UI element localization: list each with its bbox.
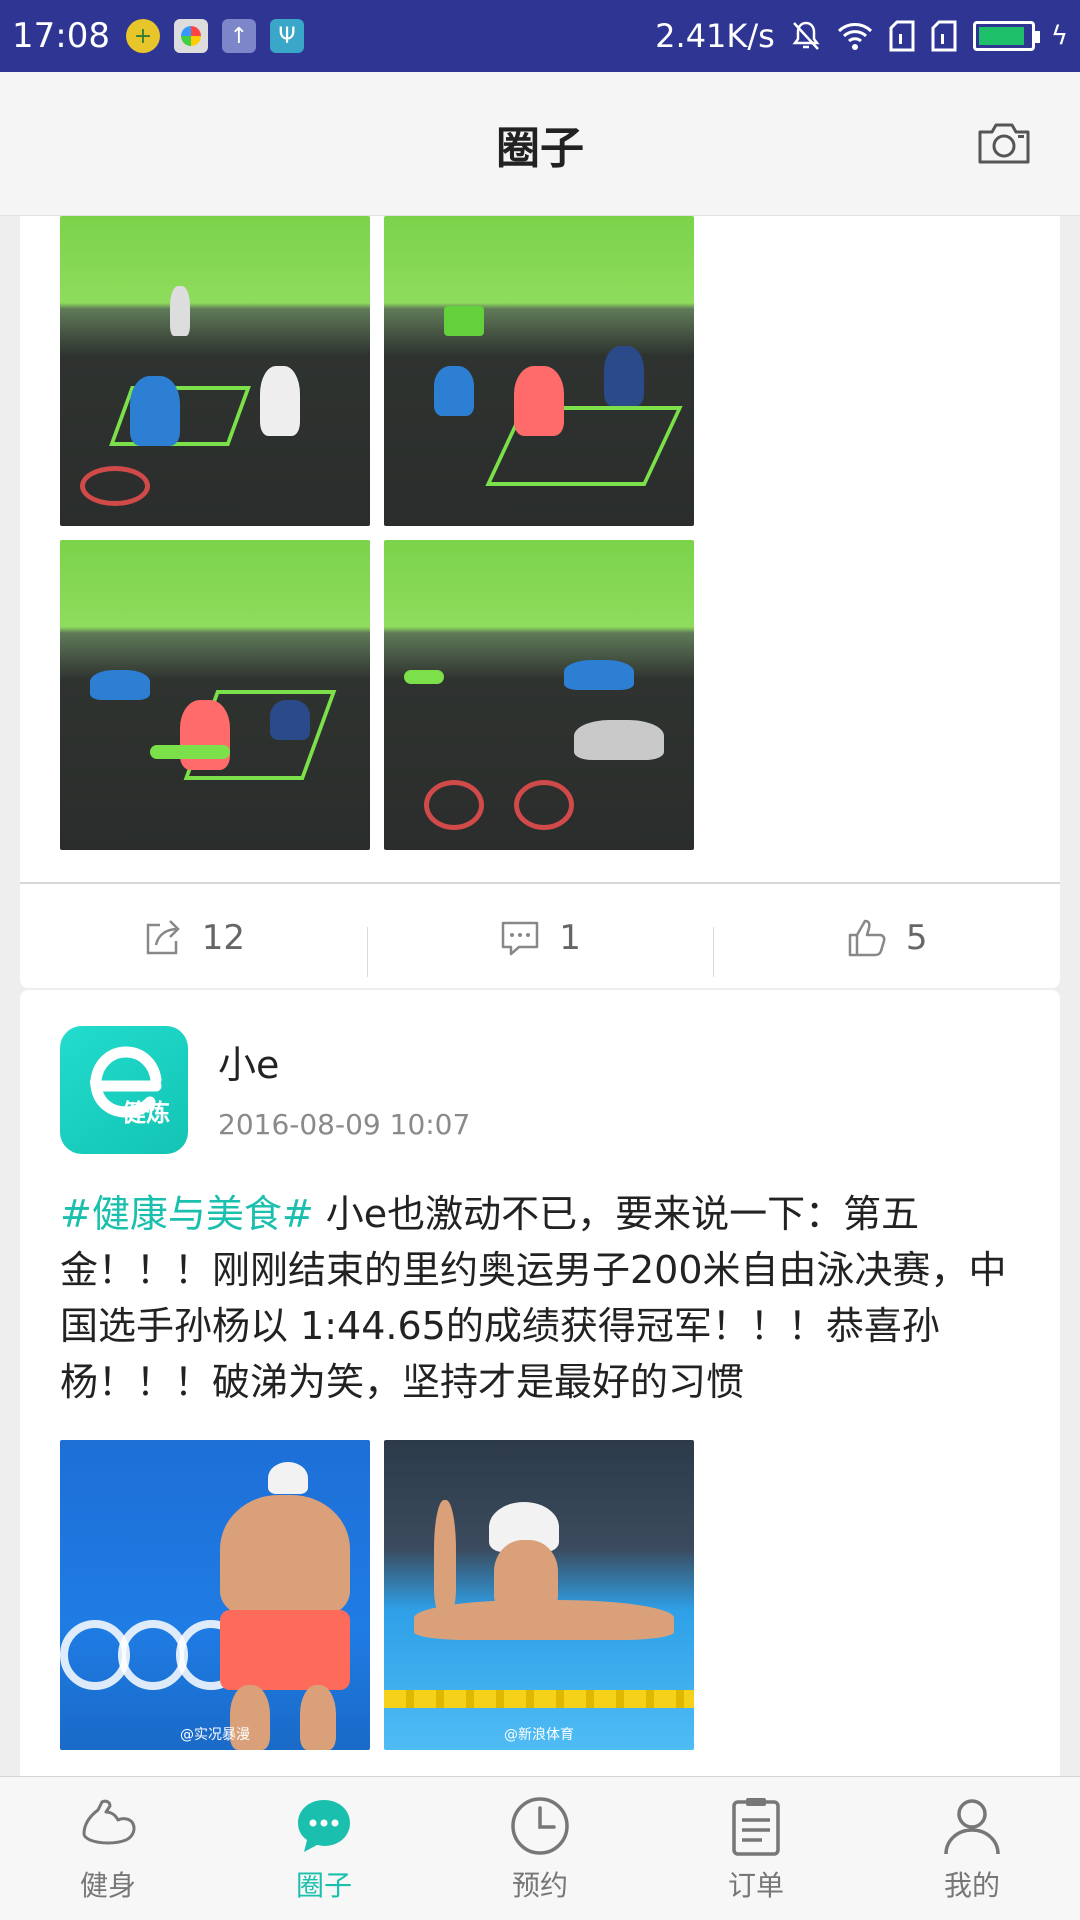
mute-icon	[792, 21, 820, 50]
post-username[interactable]: 小e	[218, 1034, 279, 1089]
camera-icon[interactable]	[976, 120, 1032, 166]
network-speed: 2.41K/s	[655, 17, 775, 55]
gym-photo-2[interactable]	[384, 216, 694, 526]
chat-bubble-icon	[298, 1799, 350, 1852]
page-title: 圈子	[496, 122, 584, 174]
gym-photo-3[interactable]	[60, 540, 370, 850]
status-bar: 17:08 + ↑ Ψ 2.41K/s ϟ	[0, 0, 1080, 72]
sim-icon	[889, 20, 915, 52]
nav-item-circle[interactable]: 圈子	[216, 1777, 432, 1920]
like-count: 5	[905, 918, 928, 958]
share-icon	[146, 920, 180, 955]
post-image-grid	[60, 216, 694, 850]
comment-icon	[501, 921, 539, 956]
share-count: 12	[201, 918, 245, 958]
charging-icon: ϟ	[1050, 21, 1068, 51]
post-timestamp: 2016-08-09 10:07	[218, 1108, 471, 1141]
status-right: 2.41K/s ϟ	[655, 17, 1068, 55]
swim-photo-2[interactable]: @新浪体育	[384, 1440, 694, 1750]
nav-label: 预约	[511, 1868, 568, 1902]
bottom-nav: 健身 圈子 预约 订单 我的	[0, 1776, 1080, 1920]
app-icon	[173, 19, 208, 53]
status-time: 17:08	[12, 16, 110, 56]
plus-circle-icon: +	[125, 19, 160, 53]
muscle-icon	[82, 1799, 136, 1844]
usb-icon: Ψ	[269, 19, 304, 53]
post-card: 健炼 小e 2016-08-09 10:07 #健康与美食# 小e也激动不已，要…	[20, 990, 1060, 1776]
post-image-grid: @实况暴漫 @新浪体育	[60, 1440, 694, 1750]
post-actions: 12 1 5	[20, 888, 1060, 988]
title-bar: 圈子	[0, 72, 1080, 216]
nav-label: 订单	[727, 1868, 784, 1902]
avatar[interactable]: 健炼	[60, 1026, 188, 1154]
comment-count: 1	[559, 918, 581, 958]
nav-item-profile[interactable]: 我的	[864, 1777, 1080, 1920]
status-notification-icons: + ↑ Ψ	[125, 19, 304, 53]
sim-icon	[931, 20, 957, 52]
wifi-icon	[837, 23, 872, 50]
photo-watermark: @实况暴漫	[180, 1727, 250, 1743]
clock-icon	[511, 1796, 569, 1855]
avatar-logo-text: 健炼	[122, 1099, 170, 1127]
nav-item-booking[interactable]: 预约	[432, 1777, 648, 1920]
nav-label: 我的	[943, 1868, 1000, 1902]
battery-icon	[972, 21, 1040, 51]
upload-icon: ↑	[221, 19, 256, 53]
post-text: #健康与美食# 小e也激动不已，要来说一下：第五金！！！刚刚结束的里约奥运男子2…	[60, 1186, 1020, 1410]
feed-list[interactable]: 12 1 5 健炼 小e 2016-08-09 10:07 #健康与美食# 小e…	[0, 216, 1080, 1776]
nav-item-fitness[interactable]: 健身	[0, 1777, 216, 1920]
like-button[interactable]: 5	[713, 917, 1060, 977]
divider	[20, 882, 1060, 884]
order-list-icon	[732, 1797, 780, 1856]
gym-photo-4[interactable]	[384, 540, 694, 850]
photo-watermark: @新浪体育	[504, 1727, 574, 1743]
nav-label: 健身	[79, 1868, 136, 1902]
swim-photo-1[interactable]: @实况暴漫	[60, 1440, 370, 1750]
gym-photo-1[interactable]	[60, 216, 370, 526]
nav-item-orders[interactable]: 订单	[648, 1777, 864, 1920]
post-hashtag[interactable]: #健康与美食#	[60, 1192, 314, 1236]
share-button[interactable]: 12	[20, 917, 367, 959]
post-card: 12 1 5	[20, 216, 1060, 988]
nav-label: 圈子	[295, 1868, 352, 1902]
thumbs-up-icon	[848, 919, 886, 957]
person-icon	[944, 1798, 1000, 1854]
comment-button[interactable]: 1	[366, 917, 714, 977]
